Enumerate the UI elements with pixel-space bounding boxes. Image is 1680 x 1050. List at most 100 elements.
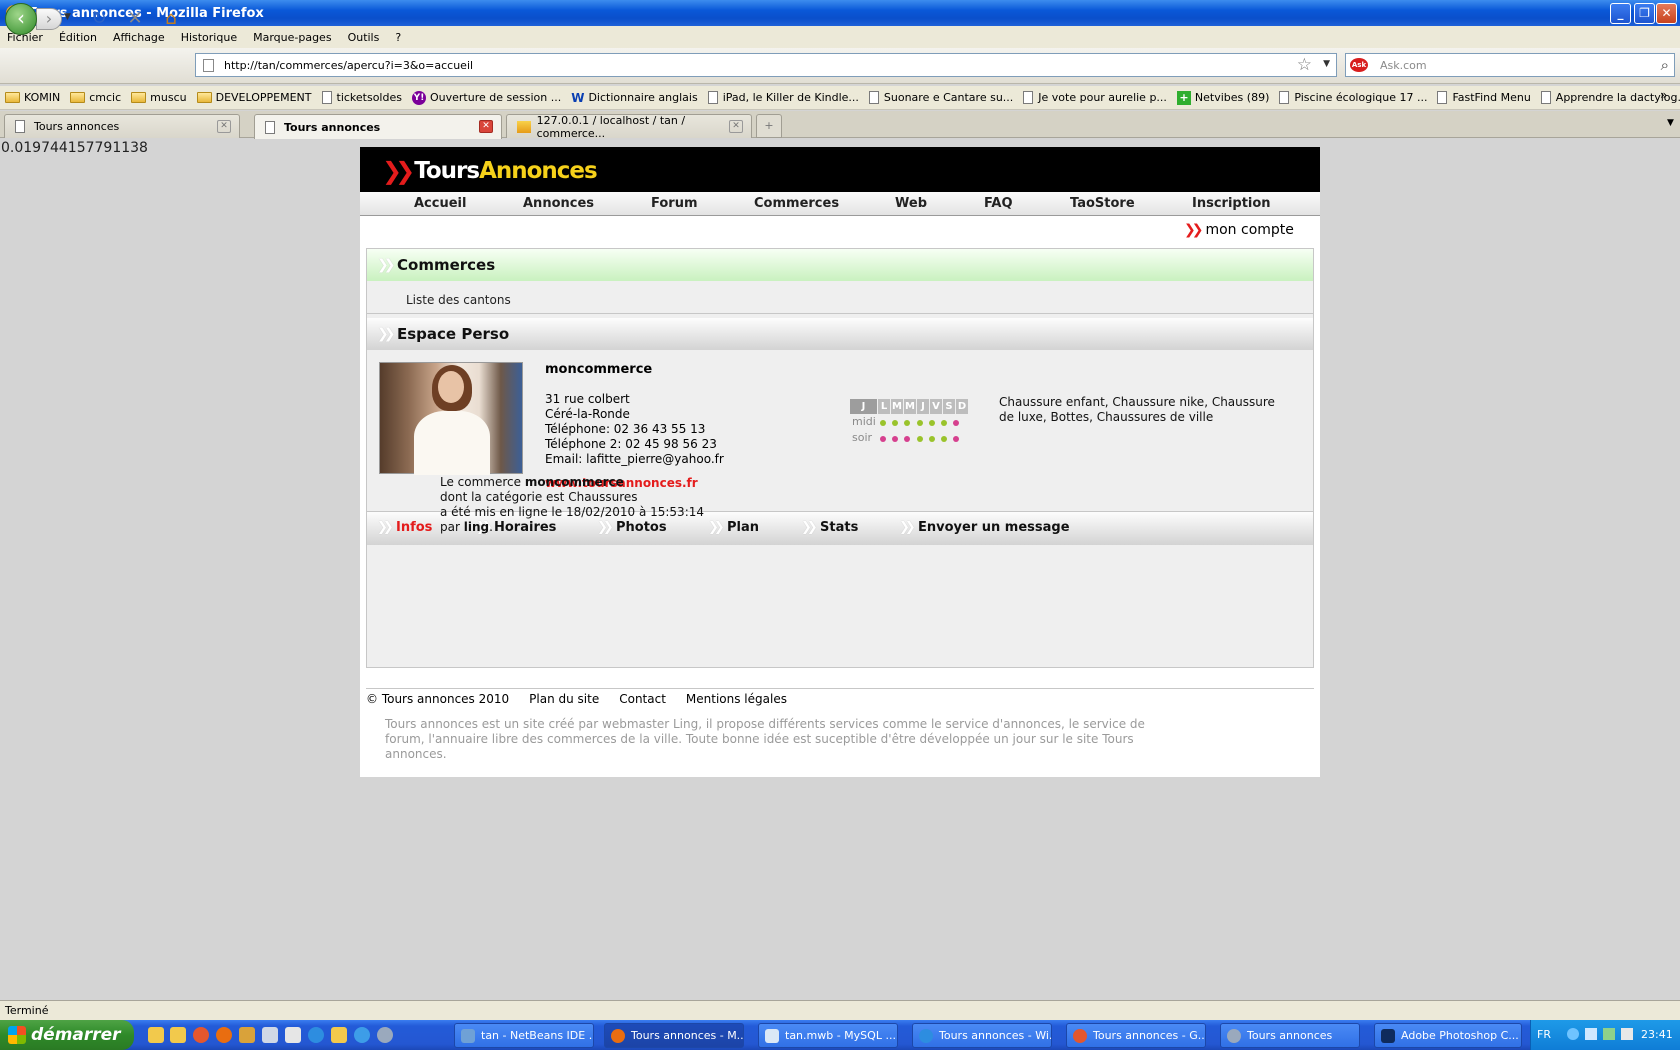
close-tab-icon[interactable]: ✕ <box>217 120 231 133</box>
bookmark-label: Ouverture de session ... <box>429 91 562 104</box>
bookmark-label: FastFind Menu <box>1452 91 1531 104</box>
shop-tab-stats[interactable]: Stats <box>820 520 858 535</box>
search-icon[interactable]: ⌕ <box>1661 56 1669 74</box>
menu-edition[interactable]: Édition <box>59 31 97 44</box>
section-commerces-header: ❯❯ Commerces <box>367 249 1313 281</box>
bookmark-11[interactable]: Piscine écologique 17 ... <box>1279 91 1427 104</box>
bookmark-4[interactable]: ticketsoldes <box>321 91 402 104</box>
footer-plan-du-site[interactable]: Plan du site <box>529 692 599 706</box>
site-logo[interactable]: ❯❯ Tours Annonces <box>382 157 598 185</box>
account-link[interactable]: ❯❯ mon compte <box>1184 222 1294 238</box>
tab-chevron-icon: ❯❯ <box>708 520 725 535</box>
task-netbeans[interactable]: tan - NetBeans IDE ... <box>454 1023 594 1048</box>
bookmark-10[interactable]: + Netvibes (89) <box>1176 90 1269 105</box>
bookmark-9[interactable]: Je vote pour aurelie p... <box>1023 91 1167 104</box>
tab-tours-annonces-1[interactable]: Tours annonces ✕ <box>4 114 240 138</box>
url-dropdown-icon[interactable]: ▼ <box>1323 59 1330 69</box>
url-text[interactable]: http://tan/commerces/apercu?i=3&o=accuei… <box>224 59 473 72</box>
url-bar[interactable]: http://tan/commerces/apercu?i=3&o=accuei… <box>195 53 1337 77</box>
reload-icon[interactable]: ↻ <box>88 8 110 30</box>
nav-accueil[interactable]: Accueil <box>414 196 466 211</box>
shop-tab-infos[interactable]: Infos <box>396 520 432 535</box>
footer-mentions-legales[interactable]: Mentions légales <box>686 692 787 706</box>
stop-icon[interactable]: ✕ <box>124 8 146 30</box>
page-icon <box>1023 91 1034 104</box>
bookmark-12[interactable]: FastFind Menu <box>1437 91 1531 104</box>
logo-text-annonces: Annonces <box>479 158 598 184</box>
chrome-icon[interactable] <box>193 1027 209 1043</box>
ie-icon[interactable] <box>308 1027 324 1043</box>
tray-icon[interactable] <box>1603 1028 1615 1040</box>
nav-faq[interactable]: FAQ <box>984 196 1013 211</box>
task-firefox[interactable]: Tours annonces - M... <box>604 1023 744 1048</box>
tab-tours-annonces-2[interactable]: Tours annonces ✕ <box>254 114 502 139</box>
menu-help[interactable]: ? <box>395 31 401 44</box>
nav-taostore[interactable]: TaoStore <box>1070 196 1135 211</box>
bookmark-2[interactable]: muscu <box>131 91 187 104</box>
tab-list-icon[interactable]: ▼ <box>1667 118 1674 128</box>
bookmark-3[interactable]: DEVELOPPEMENT <box>196 91 312 104</box>
shield-icon[interactable] <box>1621 1028 1633 1040</box>
folder-icon[interactable] <box>148 1027 164 1043</box>
task-ie[interactable]: Tours annonces - Wi... <box>912 1023 1052 1048</box>
nav-commerces[interactable]: Commerces <box>754 196 839 211</box>
site-header: ❯❯ Tours Annonces <box>360 147 1320 192</box>
user-icon[interactable] <box>239 1027 255 1043</box>
close-window-button[interactable]: ✕ <box>1656 3 1677 24</box>
close-tab-icon[interactable]: ✕ <box>479 120 493 133</box>
schedule-dot <box>892 420 899 426</box>
tray-icon[interactable] <box>1567 1028 1579 1040</box>
task-mysql[interactable]: tan.mwb - MySQL ... <box>758 1023 898 1048</box>
network-icon[interactable] <box>262 1027 278 1043</box>
shop-tab-envoyer-message[interactable]: Envoyer un message <box>918 520 1070 535</box>
close-tab-icon[interactable]: ✕ <box>729 120 743 133</box>
nav-annonces[interactable]: Annonces <box>523 196 594 211</box>
new-tab-button[interactable]: + <box>756 114 782 138</box>
nav-inscription[interactable]: Inscription <box>1192 196 1271 211</box>
bookmark-0[interactable]: KOMIN <box>5 91 60 104</box>
network-tray-icon[interactable] <box>1585 1028 1597 1040</box>
task-chrome[interactable]: Tours annonces - G... <box>1066 1023 1206 1048</box>
tool-icon[interactable] <box>285 1027 301 1043</box>
bookmark-7[interactable]: iPad, le Killer de Kindle... <box>707 91 859 104</box>
bookmarks-overflow-icon[interactable]: » <box>1660 88 1667 102</box>
bookmark-8[interactable]: Suonare e Cantare su... <box>868 91 1013 104</box>
logo-chevron-icon: ❯❯ <box>382 157 415 185</box>
minimize-button[interactable]: _ <box>1610 3 1631 24</box>
back-button[interactable]: ‹ <box>5 3 37 35</box>
shop-name: moncommerce <box>545 362 653 377</box>
menu-affichage[interactable]: Affichage <box>113 31 165 44</box>
start-button[interactable]: démarrer <box>0 1020 134 1050</box>
bookmark-star-icon[interactable]: ☆ <box>1297 55 1312 75</box>
menu-outils[interactable]: Outils <box>348 31 380 44</box>
home-icon[interactable]: ⌂ <box>160 8 182 30</box>
history-dropdown-icon[interactable]: ▼ <box>64 12 71 22</box>
search-bar[interactable]: Ask Ask.com ⌕ <box>1345 53 1675 77</box>
ie-icon <box>919 1028 933 1043</box>
menu-marque-pages[interactable]: Marque-pages <box>253 31 331 44</box>
ask-search-engine-icon[interactable]: Ask <box>1350 58 1368 72</box>
tab-phpmyadmin[interactable]: 127.0.0.1 / localhost / tan / commerce..… <box>506 114 752 140</box>
app-icon[interactable] <box>377 1027 393 1043</box>
maximize-button[interactable]: ❐ <box>1634 3 1655 24</box>
cantons-link[interactable]: Liste des cantons <box>406 293 511 307</box>
firefox-icon[interactable] <box>216 1027 232 1043</box>
footer-contact[interactable]: Contact <box>619 692 666 706</box>
nav-web[interactable]: Web <box>895 196 927 211</box>
nav-forum[interactable]: Forum <box>651 196 698 211</box>
folder-icon[interactable] <box>170 1027 186 1043</box>
bookmark-6[interactable]: W Dictionnaire anglais <box>571 91 698 105</box>
task-tours-annonces[interactable]: Tours annonces <box>1220 1023 1360 1048</box>
bookmark-5[interactable]: Y! Ouverture de session ... <box>411 90 562 105</box>
menu-historique[interactable]: Historique <box>181 31 237 44</box>
shop-tab-plan[interactable]: Plan <box>727 520 759 535</box>
language-indicator[interactable]: FR <box>1537 1028 1551 1041</box>
forward-button[interactable]: › <box>36 8 62 30</box>
task-photoshop[interactable]: Adobe Photoshop C... <box>1374 1023 1522 1048</box>
search-placeholder[interactable]: Ask.com <box>1380 59 1427 72</box>
bookmark-1[interactable]: cmcic <box>70 91 121 104</box>
folder-icon[interactable] <box>331 1027 347 1043</box>
ie-icon[interactable] <box>354 1027 370 1043</box>
footer-divider <box>366 688 1314 689</box>
task-label: tan - NetBeans IDE ... <box>481 1029 594 1042</box>
